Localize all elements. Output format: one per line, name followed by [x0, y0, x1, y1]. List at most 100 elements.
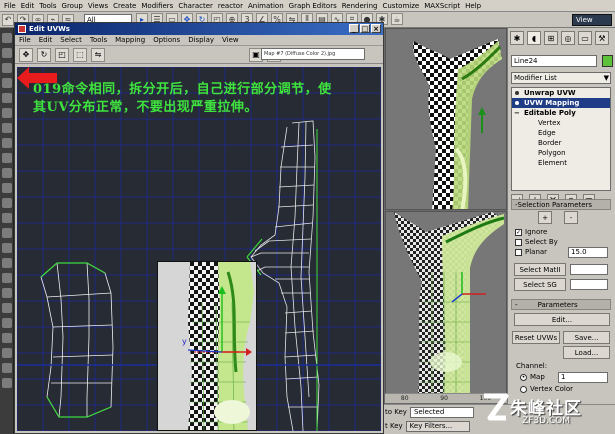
left-tool-icon[interactable] [2, 333, 12, 343]
stack-item-element[interactable]: Element [512, 158, 610, 168]
utilities-tab-icon[interactable]: ⚒ [595, 31, 609, 45]
object-name-field[interactable]: Line24 [511, 55, 597, 67]
parameters-rollout[interactable]: - Parameters [511, 299, 611, 310]
texture-select-dropdown[interactable]: Map #7 (Diffuse Color 2).jpg [261, 48, 365, 60]
ignore-backfacing-checkbox[interactable]: ✓ Ignore [515, 228, 547, 236]
stack-item-polygon[interactable]: Polygon [512, 148, 610, 158]
uvw-menu-options[interactable]: Options [153, 36, 180, 44]
menu-help[interactable]: Help [465, 2, 481, 10]
left-tool-icon[interactable] [2, 378, 12, 388]
stack-item-uvw-mapping[interactable]: UVW Mapping [512, 98, 610, 108]
left-tool-icon[interactable] [2, 63, 12, 73]
left-tool-icon[interactable] [2, 363, 12, 373]
matid-spinner[interactable] [570, 264, 608, 275]
left-tool-icon[interactable] [2, 348, 12, 358]
move-icon[interactable]: ✥ [19, 47, 33, 62]
stack-item-vertex[interactable]: Vertex [512, 118, 610, 128]
object-color-swatch[interactable] [602, 55, 613, 67]
left-tool-icon[interactable] [2, 183, 12, 193]
display-tab-icon[interactable]: ▭ [578, 31, 592, 45]
left-tool-icon[interactable] [2, 93, 12, 103]
left-tool-icon[interactable] [2, 318, 12, 328]
lightbulb-icon[interactable] [515, 91, 519, 95]
left-tool-icon[interactable] [2, 198, 12, 208]
left-tool-icon[interactable] [2, 138, 12, 148]
edit-uvws-window[interactable]: Edit UVWs _ □ × File Edit Select Tools Mappi… [14, 22, 384, 434]
set-key-label[interactable]: t Key [385, 422, 403, 430]
scale-icon[interactable]: ◰ [55, 47, 69, 62]
uvw-menu-view[interactable]: View [222, 36, 239, 44]
lightbulb-icon[interactable] [515, 101, 519, 105]
collapse-icon[interactable]: − [514, 108, 520, 118]
edit-uvw-button[interactable]: Edit... [514, 313, 610, 326]
left-tool-icon[interactable] [2, 303, 12, 313]
menu-rendering[interactable]: Rendering [342, 2, 378, 10]
left-tool-icon[interactable] [2, 243, 12, 253]
left-tool-icon[interactable] [2, 123, 12, 133]
select-by-element-checkbox[interactable]: Select By [515, 238, 558, 246]
viewport-top-right[interactable] [385, 28, 507, 210]
view-dropdown[interactable]: View [572, 14, 612, 26]
left-tool-icon[interactable] [2, 78, 12, 88]
mirror-icon[interactable]: ⇋ [91, 47, 105, 62]
motion-tab-icon[interactable]: ◎ [561, 31, 575, 45]
menu-animation[interactable]: Animation [248, 2, 284, 10]
left-tool-icon[interactable] [2, 108, 12, 118]
menu-tools[interactable]: Tools [39, 2, 56, 10]
uv-editing-canvas[interactable]: 019命令相同，拆分开后，自己进行部分调节，使其UV分布正常，不要出现严重拉伸。 [17, 67, 381, 431]
map-channel-radio[interactable]: • Map [520, 373, 545, 381]
map-channel-spinner[interactable]: 1 [558, 372, 608, 383]
left-tool-icon[interactable] [2, 273, 12, 283]
modify-tab-icon[interactable]: ◖ [527, 31, 541, 45]
edit-uvws-titlebar[interactable]: Edit UVWs _ □ × [15, 23, 383, 35]
render-icon[interactable]: ☕ [391, 13, 403, 25]
grow-selection-button[interactable]: + [538, 211, 552, 224]
stack-item-editable-poly[interactable]: − Editable Poly [512, 108, 610, 118]
menu-file[interactable]: File [4, 2, 16, 10]
key-filters-button[interactable]: Key Filters... [405, 420, 470, 432]
load-button[interactable]: Load... [563, 346, 610, 359]
planar-angle-spinner[interactable]: 15.0 [568, 247, 608, 258]
modifier-list-dropdown[interactable]: Modifier List ▼ [511, 72, 611, 84]
create-tab-icon[interactable]: ✱ [510, 31, 524, 45]
menu-create[interactable]: Create [113, 2, 136, 10]
select-sg-button[interactable]: Select SG [514, 278, 566, 291]
left-tool-icon[interactable] [2, 168, 12, 178]
key-mode-dropdown[interactable]: Selected [409, 406, 474, 418]
menu-character[interactable]: Character [178, 2, 213, 10]
shrink-selection-button[interactable]: - [564, 211, 578, 224]
left-tool-icon[interactable] [2, 213, 12, 223]
menu-views[interactable]: Views [88, 2, 108, 10]
left-tool-icon[interactable] [2, 153, 12, 163]
uvw-menu-display[interactable]: Display [188, 36, 214, 44]
reset-uvws-button[interactable]: Reset UVWs [512, 331, 560, 344]
left-tool-icon[interactable] [2, 258, 12, 268]
minimize-icon[interactable]: _ [349, 24, 359, 33]
menu-customize[interactable]: Customize [382, 2, 419, 10]
menu-modifiers[interactable]: Modifiers [141, 2, 173, 10]
uvw-menu-mapping[interactable]: Mapping [115, 36, 145, 44]
stack-item-edge[interactable]: Edge [512, 128, 610, 138]
left-tool-icon[interactable] [2, 33, 12, 43]
uvw-menu-edit[interactable]: Edit [39, 36, 53, 44]
menu-group[interactable]: Group [62, 2, 83, 10]
viewport-bottom-right[interactable] [385, 211, 507, 401]
uv-island-right[interactable] [250, 120, 320, 431]
close-icon[interactable]: × [371, 24, 381, 33]
uvw-menu-file[interactable]: File [19, 36, 31, 44]
rotate-icon[interactable]: ↻ [37, 47, 51, 62]
menu-reactor[interactable]: reactor [218, 2, 243, 10]
uvw-menu-tools[interactable]: Tools [90, 36, 107, 44]
menu-graph-editors[interactable]: Graph Editors [289, 2, 337, 10]
uv-island-left[interactable] [40, 262, 114, 418]
maximize-icon[interactable]: □ [360, 24, 370, 33]
auto-key-label[interactable]: to Key [385, 408, 407, 416]
menu-edit[interactable]: Edit [21, 2, 35, 10]
left-tool-icon[interactable] [2, 48, 12, 58]
save-button[interactable]: Save... [563, 331, 610, 344]
uvw-menu-select[interactable]: Select [60, 36, 82, 44]
select-matid-button[interactable]: Select MatII [514, 263, 566, 276]
planar-angle-checkbox[interactable]: Planar [515, 248, 547, 256]
menu-maxscript[interactable]: MAXScript [424, 2, 460, 10]
left-tool-icon[interactable] [2, 288, 12, 298]
